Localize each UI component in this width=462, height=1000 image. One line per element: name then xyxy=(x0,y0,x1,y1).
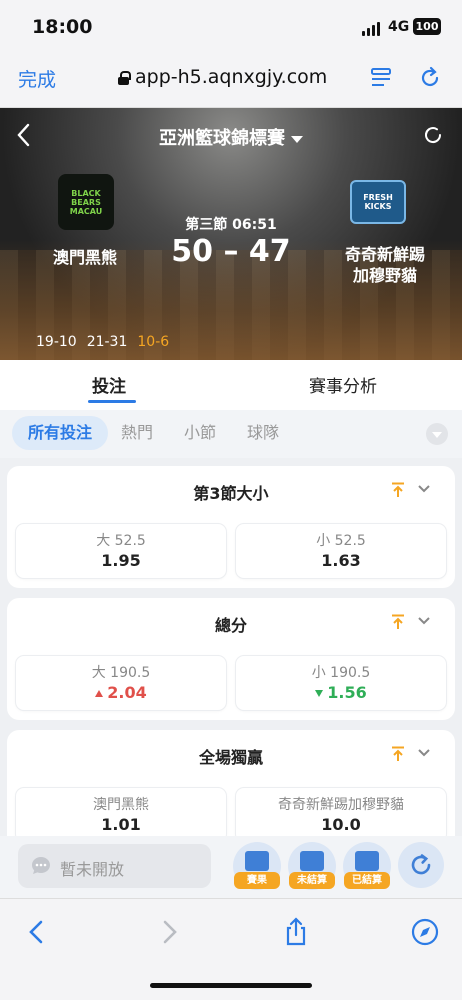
done-button[interactable]: 完成 xyxy=(18,65,56,92)
pin-top-icon[interactable] xyxy=(391,614,405,630)
odds-up-icon xyxy=(95,690,104,697)
quarter-score: 19-10 xyxy=(36,334,77,350)
odds-down-icon xyxy=(315,690,324,697)
signal-icon xyxy=(362,22,380,36)
chat-placeholder: 暫未開放 xyxy=(60,860,125,879)
pin-top-icon[interactable] xyxy=(391,746,405,762)
odds-button[interactable]: 大 52.5 1.95 xyxy=(16,524,226,578)
period-clock: 第三節 06:51 xyxy=(185,217,277,233)
league-selector[interactable]: 亞洲籃球錦標賽 xyxy=(0,124,462,150)
odds-button[interactable]: 澳門黑熊 1.01 xyxy=(16,788,226,842)
market-card: 總分 大 190.5 2.04 小 190.5 1.56 xyxy=(7,598,455,720)
market-title: 全場獨贏 xyxy=(198,748,263,767)
odds-button[interactable]: 小 52.5 1.63 xyxy=(236,524,446,578)
odds-value: 1.95 xyxy=(101,551,141,570)
odds-value: 1.63 xyxy=(321,551,361,570)
odds-label: 澳門黑熊 xyxy=(93,797,149,813)
browser-refresh-icon[interactable] xyxy=(417,65,443,91)
results-icon xyxy=(245,851,269,871)
reader-menu-icon[interactable] xyxy=(369,66,393,90)
filter-expand-icon[interactable] xyxy=(426,423,448,445)
odds-label: 大 52.5 xyxy=(96,533,146,549)
url-text: app-h5.aqnxgjy.com xyxy=(135,66,328,88)
market-card: 第3節大小 大 52.5 1.95 小 52.5 1.63 xyxy=(7,466,455,588)
tab-betting[interactable]: 投注 xyxy=(92,372,126,397)
settled-icon xyxy=(355,851,379,871)
odds-label: 小 190.5 xyxy=(311,665,371,681)
settled-label: 已結算 xyxy=(344,872,390,889)
home-indicator xyxy=(150,983,312,988)
status-bar: 18:00 4G 100 xyxy=(0,0,462,52)
odds-label: 奇奇新鮮踢加穆野貓 xyxy=(278,797,404,813)
filter-quarter[interactable]: 小節 xyxy=(184,416,216,450)
filter-hot[interactable]: 熱門 xyxy=(121,416,153,450)
lock-icon xyxy=(118,70,131,85)
filter-bar: 所有投注 熱門 小節 球隊 xyxy=(0,410,462,458)
chevron-down-icon[interactable] xyxy=(417,482,431,496)
odds-value: 1.01 xyxy=(101,815,141,834)
browser-bar: 完成 app-h5.aqnxgjy.com xyxy=(0,52,462,108)
refresh-icon[interactable] xyxy=(422,124,444,146)
odds-button[interactable]: 奇奇新鮮踢加穆野貓 10.0 xyxy=(236,788,446,842)
odds-button[interactable]: 小 190.5 1.56 xyxy=(236,656,446,710)
quarter-score-current: 10-6 xyxy=(137,334,170,350)
tab-analysis[interactable]: 賽事分析 xyxy=(309,372,377,397)
status-time: 18:00 xyxy=(32,16,93,38)
odds-value: 2.04 xyxy=(16,683,226,702)
reload-button[interactable] xyxy=(398,842,444,888)
share-icon[interactable] xyxy=(281,917,311,947)
browser-toolbar xyxy=(0,898,462,1000)
match-hero: 亞洲籃球錦標賽 BLACK BEARS MACAU FRESH KICKS 澳門… xyxy=(0,108,462,360)
filter-all[interactable]: 所有投注 xyxy=(12,416,109,450)
market-title: 第3節大小 xyxy=(193,484,269,503)
url-field[interactable]: app-h5.aqnxgjy.com xyxy=(118,66,327,88)
back-icon[interactable] xyxy=(22,917,52,947)
league-title: 亞洲籃球錦標賽 xyxy=(159,128,285,149)
market-card: 全場獨贏 澳門黑熊 1.01 奇奇新鮮踢加穆野貓 10.0 xyxy=(7,730,455,852)
filter-team[interactable]: 球隊 xyxy=(247,416,279,450)
market-title: 總分 xyxy=(214,616,247,635)
odds-label: 小 52.5 xyxy=(316,533,366,549)
unsettled-button[interactable]: 未結算 xyxy=(288,842,336,890)
forward-icon[interactable] xyxy=(154,917,184,947)
pin-top-icon[interactable] xyxy=(391,482,405,498)
compass-icon[interactable] xyxy=(410,917,440,947)
unsettled-label: 未結算 xyxy=(289,872,335,889)
odds-button[interactable]: 大 190.5 2.04 xyxy=(16,656,226,710)
reload-icon xyxy=(411,854,431,875)
odds-value-text: 2.04 xyxy=(107,683,147,702)
unsettled-icon xyxy=(300,851,324,871)
chat-input[interactable]: 暫未開放 xyxy=(18,844,211,888)
tab-underline xyxy=(88,400,136,403)
chevron-down-icon[interactable] xyxy=(417,746,431,760)
network-label: 4G xyxy=(388,19,410,35)
action-bar: 暫未開放 賽果 未結算 已結算 xyxy=(0,836,462,898)
quarter-scores: 19-10 21-31 10-6 xyxy=(36,334,169,350)
chevron-down-icon[interactable] xyxy=(417,614,431,628)
main-tabs: 投注 賽事分析 xyxy=(0,360,462,410)
odds-value-text: 1.56 xyxy=(327,683,367,702)
battery-icon: 100 xyxy=(413,18,441,35)
odds-value: 10.0 xyxy=(321,815,361,834)
odds-value: 1.56 xyxy=(236,683,446,702)
results-button[interactable]: 賽果 xyxy=(233,842,281,890)
caret-down-icon xyxy=(291,135,303,143)
results-label: 賽果 xyxy=(234,872,280,889)
match-score: 50 – 47 xyxy=(171,234,291,269)
settled-button[interactable]: 已結算 xyxy=(343,842,391,890)
quarter-score: 21-31 xyxy=(86,334,128,350)
chat-bubble-icon xyxy=(32,857,50,874)
odds-label: 大 190.5 xyxy=(91,665,151,681)
